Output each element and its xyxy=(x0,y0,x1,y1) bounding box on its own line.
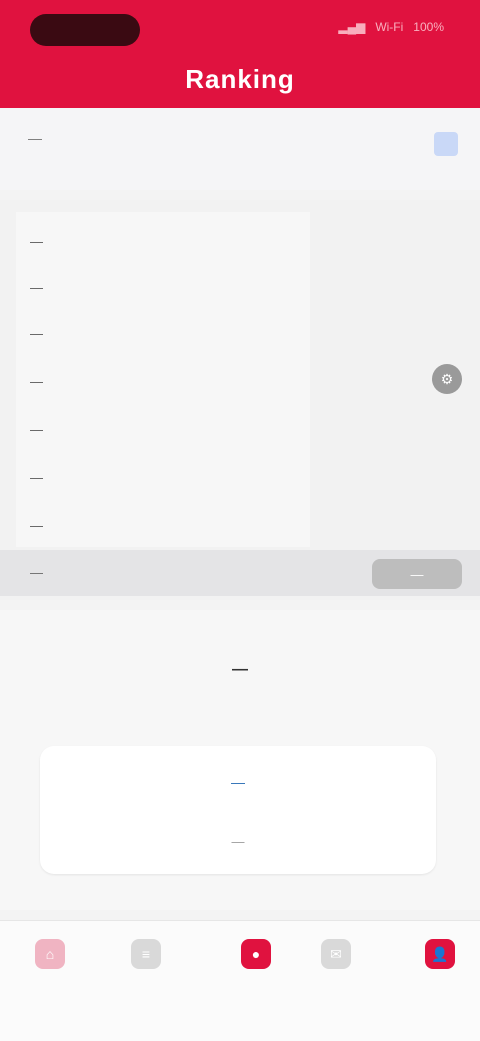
tab-list[interactable]: ≡ xyxy=(116,939,176,977)
page-title: Ranking xyxy=(185,64,295,94)
app-header: ▂▄▆ Wi‑Fi 100% Ranking xyxy=(0,0,480,108)
list-item[interactable]: — xyxy=(30,234,43,249)
info-section: — — — xyxy=(0,610,480,910)
tab-home[interactable]: ⌂ xyxy=(20,939,80,977)
list-item[interactable]: — xyxy=(30,518,43,533)
bottom-navigation: ⌂ ≡ ● ✉ 👤 xyxy=(0,920,480,1041)
status-indicators: ▂▄▆ Wi‑Fi 100% xyxy=(338,20,444,34)
list-item[interactable]: — xyxy=(30,374,43,389)
list-icon: ≡ xyxy=(131,939,161,969)
center-icon: ● xyxy=(241,939,271,969)
selected-row-action-button[interactable]: — xyxy=(372,559,462,589)
info-card: — — xyxy=(40,746,436,874)
list-item[interactable]: — xyxy=(30,470,43,485)
selected-row-label: — xyxy=(30,565,43,580)
selected-row[interactable]: — — xyxy=(0,550,480,596)
ranking-list xyxy=(16,212,310,547)
list-item[interactable]: — xyxy=(30,280,43,295)
battery-icon: 100% xyxy=(413,20,444,34)
list-item[interactable]: — xyxy=(30,326,43,341)
list-item[interactable]: — xyxy=(30,422,43,437)
gear-icon[interactable]: ⚙ xyxy=(432,364,462,394)
tab-profile[interactable]: 👤 xyxy=(410,939,470,977)
signal-icon: ▂▄▆ xyxy=(338,20,366,34)
wifi-icon: Wi‑Fi xyxy=(375,20,404,34)
profile-icon: 👤 xyxy=(425,939,455,969)
info-card-meta: — xyxy=(231,834,245,849)
dynamic-island xyxy=(30,14,140,46)
info-card-link[interactable]: — xyxy=(40,774,436,790)
message-icon: ✉ xyxy=(321,939,351,969)
info-icon[interactable] xyxy=(434,132,458,156)
home-icon: ⌂ xyxy=(35,939,65,969)
filter-label[interactable]: — xyxy=(28,130,42,146)
tab-center[interactable]: ● xyxy=(226,939,286,977)
info-title: — xyxy=(232,661,248,678)
ranking-panel: — — — — — — — xyxy=(0,200,480,600)
filter-strip: — xyxy=(0,108,480,190)
tab-message[interactable]: ✉ xyxy=(306,939,366,977)
